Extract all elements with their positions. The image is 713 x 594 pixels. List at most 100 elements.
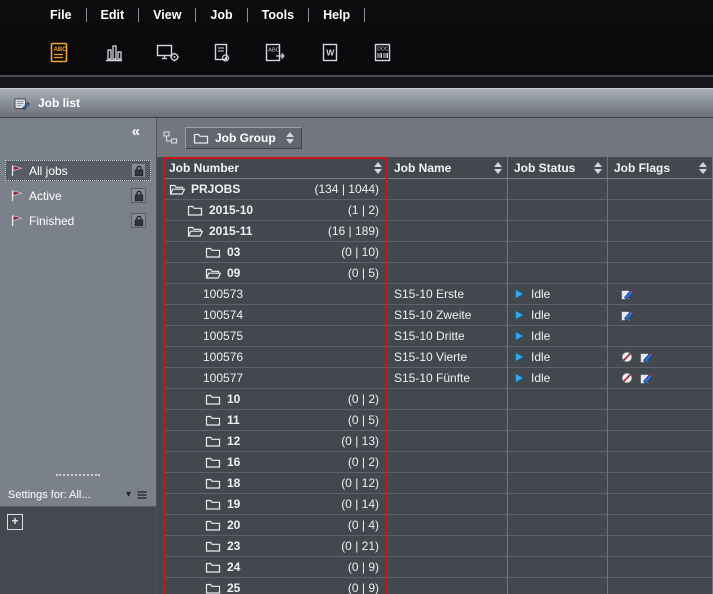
table-cell-status[interactable] (508, 578, 608, 594)
table-cell-flags[interactable] (608, 452, 713, 473)
table-row-number[interactable]: 16(0 | 2) (163, 452, 388, 473)
table-cell-flags[interactable] (608, 515, 713, 536)
table-cell-name[interactable] (388, 452, 508, 473)
table-cell-flags[interactable] (608, 305, 713, 326)
table-cell-status[interactable]: Idle (508, 305, 608, 326)
expand-settings-button[interactable]: + (7, 514, 23, 530)
table-row-number[interactable]: 100573 (163, 284, 388, 305)
table-cell-status[interactable] (508, 263, 608, 284)
sidebar-item-active[interactable]: Active (5, 185, 151, 206)
table-cell-flags[interactable] (608, 326, 713, 347)
job-group-button[interactable]: Job Group (185, 127, 302, 149)
table-cell-flags[interactable] (608, 242, 713, 263)
table-cell-flags[interactable] (608, 494, 713, 515)
table-cell-status[interactable] (508, 536, 608, 557)
sort-toggle-icon[interactable] (699, 162, 707, 174)
rename-tool-icon[interactable]: ABC (262, 39, 289, 66)
table-cell-flags[interactable] (608, 473, 713, 494)
job-list-tool-icon[interactable]: ABC (46, 39, 73, 66)
table-cell-name[interactable]: S15-10 Erste (388, 284, 508, 305)
lock-icon[interactable] (131, 163, 146, 178)
table-row-number[interactable]: 2015-11(16 | 189) (163, 221, 388, 242)
sidebar-resize-handle[interactable] (56, 474, 100, 476)
table-row-number[interactable]: 2015-10(1 | 2) (163, 200, 388, 221)
sidebar-item-all-jobs[interactable]: All jobs (5, 160, 151, 181)
menu-item-tools[interactable]: Tools (250, 4, 306, 26)
table-cell-flags[interactable] (608, 221, 713, 242)
table-cell-status[interactable] (508, 473, 608, 494)
table-cell-name[interactable] (388, 263, 508, 284)
settings-selector[interactable]: Settings for: All... ▾ (0, 484, 156, 506)
table-row-number[interactable]: 100576 (163, 347, 388, 368)
table-cell-name[interactable] (388, 578, 508, 594)
menu-item-help[interactable]: Help (311, 4, 362, 26)
table-cell-status[interactable] (508, 410, 608, 431)
table-cell-name[interactable] (388, 515, 508, 536)
menu-item-view[interactable]: View (141, 4, 193, 26)
column-header-job-name[interactable]: Job Name (388, 157, 508, 179)
lock-icon[interactable] (131, 188, 146, 203)
table-cell-flags[interactable] (608, 389, 713, 410)
table-cell-status[interactable] (508, 389, 608, 410)
menu-item-file[interactable]: File (38, 4, 84, 26)
table-row-number[interactable]: 10(0 | 2) (163, 389, 388, 410)
column-header-job-status[interactable]: Job Status (508, 157, 608, 179)
table-row-number[interactable]: 100577 (163, 368, 388, 389)
table-row-number[interactable]: 11(0 | 5) (163, 410, 388, 431)
table-cell-status[interactable]: Idle (508, 368, 608, 389)
menu-item-job[interactable]: Job (198, 4, 244, 26)
table-cell-flags[interactable] (608, 284, 713, 305)
table-cell-flags[interactable] (608, 200, 713, 221)
table-cell-name[interactable] (388, 242, 508, 263)
table-cell-flags[interactable] (608, 536, 713, 557)
table-cell-name[interactable] (388, 536, 508, 557)
table-cell-name[interactable] (388, 410, 508, 431)
sort-toggle-icon[interactable] (494, 162, 502, 174)
table-row-number[interactable]: PRJOBS(134 | 1044) (163, 179, 388, 200)
table-row-number[interactable]: 25(0 | 9) (163, 578, 388, 594)
sidebar-item-finished[interactable]: Finished (5, 210, 151, 231)
table-row-number[interactable]: 19(0 | 14) (163, 494, 388, 515)
table-row-number[interactable]: 100575 (163, 326, 388, 347)
table-cell-status[interactable] (508, 200, 608, 221)
table-cell-status[interactable]: Idle (508, 347, 608, 368)
menu-item-edit[interactable]: Edit (89, 4, 137, 26)
table-cell-flags[interactable] (608, 431, 713, 452)
job-group-spinner[interactable] (286, 132, 294, 144)
table-cell-status[interactable] (508, 242, 608, 263)
table-row-number[interactable]: 20(0 | 4) (163, 515, 388, 536)
table-cell-status[interactable] (508, 221, 608, 242)
table-cell-name[interactable]: S15-10 Vierte (388, 347, 508, 368)
table-cell-status[interactable] (508, 431, 608, 452)
table-row-number[interactable]: 03(0 | 10) (163, 242, 388, 263)
sidebar-collapse-button[interactable]: « (132, 124, 140, 139)
table-row-number[interactable]: 23(0 | 21) (163, 536, 388, 557)
table-cell-name[interactable]: S15-10 Fünfte (388, 368, 508, 389)
table-row-number[interactable]: 100574 (163, 305, 388, 326)
barcode-tool-icon[interactable]: DOC (370, 39, 397, 66)
table-cell-name[interactable] (388, 557, 508, 578)
column-header-job-flags[interactable]: Job Flags (608, 157, 713, 179)
table-cell-flags[interactable] (608, 263, 713, 284)
table-cell-status[interactable] (508, 515, 608, 536)
lock-icon[interactable] (131, 213, 146, 228)
table-cell-name[interactable] (388, 494, 508, 515)
resources-tool-icon[interactable] (100, 39, 127, 66)
table-cell-status[interactable]: Idle (508, 326, 608, 347)
table-cell-flags[interactable] (608, 410, 713, 431)
table-cell-status[interactable]: Idle (508, 284, 608, 305)
table-cell-status[interactable] (508, 557, 608, 578)
sort-toggle-icon[interactable] (594, 162, 602, 174)
table-cell-status[interactable] (508, 179, 608, 200)
table-cell-flags[interactable] (608, 578, 713, 594)
table-row-number[interactable]: 18(0 | 12) (163, 473, 388, 494)
table-cell-flags[interactable] (608, 557, 713, 578)
table-cell-flags[interactable] (608, 179, 713, 200)
table-cell-name[interactable] (388, 200, 508, 221)
sort-toggle-icon[interactable] (374, 162, 382, 174)
job-settings-tool-icon[interactable] (208, 39, 235, 66)
table-row-number[interactable]: 09(0 | 5) (163, 263, 388, 284)
table-row-number[interactable]: 12(0 | 13) (163, 431, 388, 452)
table-cell-name[interactable]: S15-10 Dritte (388, 326, 508, 347)
queue-manager-tool-icon[interactable] (154, 39, 181, 66)
